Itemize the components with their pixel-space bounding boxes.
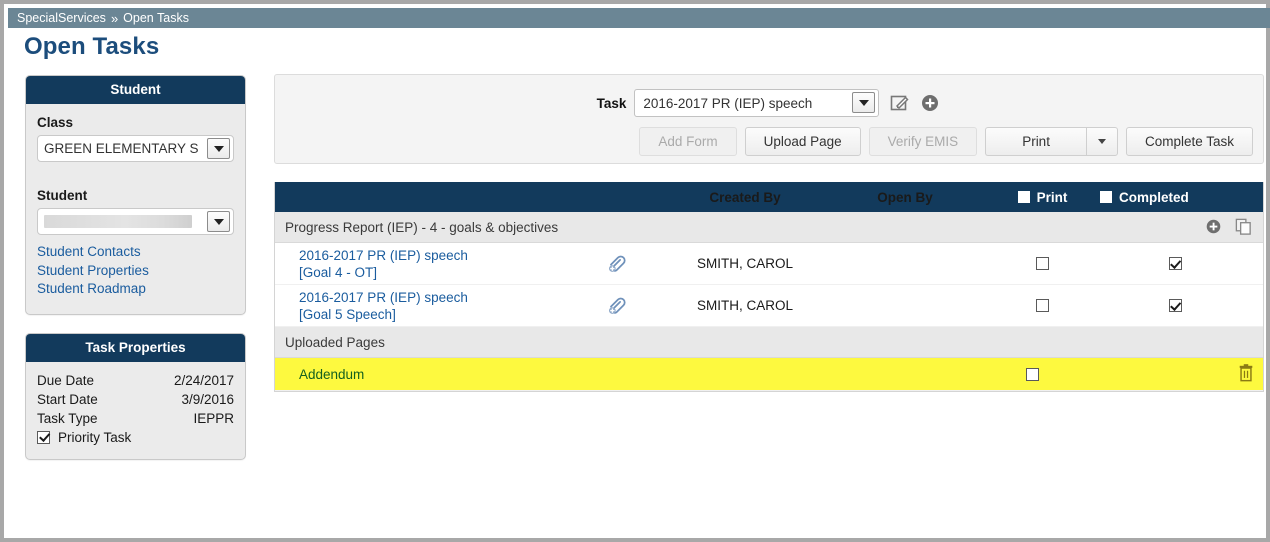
task-type-value: IEPPR (193, 410, 234, 426)
priority-task-checkbox[interactable] (37, 430, 50, 444)
group-title: Progress Report (IEP) - 4 - goals & obje… (285, 219, 559, 235)
row-document-subtitle[interactable]: [Goal 4 - OT] (299, 265, 377, 280)
class-select[interactable]: GREEN ELEMENTARY S (37, 135, 234, 162)
complete-task-button[interactable]: Complete Task (1125, 127, 1253, 156)
due-date-label: Due Date (37, 372, 95, 388)
sidebar-link-student-properties[interactable]: Student Properties (37, 263, 234, 278)
verify-emis-button[interactable]: Verify EMIS (868, 127, 978, 156)
task-select-value: 2016-2017 PR (IEP) speech (643, 95, 813, 111)
row-document-name[interactable]: Addendum (275, 366, 601, 383)
row-print-checkbox[interactable] (1036, 257, 1049, 270)
student-name-redacted (44, 215, 192, 228)
header-completed-column: Completed (1100, 190, 1250, 205)
row-print-cell (976, 367, 1089, 381)
task-properties-title: Task Properties (26, 333, 245, 362)
sidebar: Student Class GREEN ELEMENTARY S Student… (25, 75, 246, 478)
header-print-column: Print (985, 190, 1100, 205)
row-document-title[interactable]: 2016-2017 PR (IEP) speech (299, 290, 468, 305)
sidebar-link-student-roadmap[interactable]: Student Roadmap (37, 281, 234, 296)
breadcrumb-root[interactable]: SpecialServices (17, 11, 106, 25)
print-button[interactable]: Print (985, 127, 1086, 156)
table-row[interactable]: Addendum (275, 358, 1263, 391)
class-label: Class (37, 115, 74, 130)
start-date-value: 3/9/2016 (181, 391, 234, 407)
header-created-by: Created By (709, 189, 781, 205)
completed-select-all-checkbox[interactable] (1100, 191, 1112, 203)
trash-icon[interactable] (1237, 363, 1255, 386)
priority-task-label: Priority Task (58, 429, 132, 445)
chevron-down-icon[interactable] (207, 138, 230, 159)
row-print-cell (985, 299, 1100, 312)
table-group-header: Progress Report (IEP) - 4 - goals & obje… (275, 212, 1263, 243)
priority-task-row[interactable]: Priority Task (37, 430, 234, 445)
print-dropdown-arrow[interactable] (1085, 127, 1118, 156)
page-title: Open Tasks (24, 33, 160, 60)
add-form-button[interactable]: Add Form (639, 127, 737, 156)
chevron-down-icon[interactable] (852, 92, 876, 113)
row-completed-cell (1100, 257, 1250, 270)
group-title: Uploaded Pages (285, 334, 385, 350)
student-panel: Student Class GREEN ELEMENTARY S Student… (25, 75, 246, 315)
breadcrumb-current: Open Tasks (123, 11, 189, 25)
tasks-table: Created By Open By Print Completed Progr… (274, 182, 1264, 392)
row-document-title[interactable]: 2016-2017 PR (IEP) speech (299, 248, 468, 263)
add-circle-icon[interactable] (919, 92, 941, 114)
task-toolbar: Task 2016-2017 PR (IEP) speech Add Form … (274, 74, 1264, 164)
table-row[interactable]: 2016-2017 PR (IEP) speech [Goal 5 Speech… (275, 285, 1263, 327)
copy-pages-icon[interactable] (1234, 217, 1253, 239)
chevron-down-icon[interactable] (207, 211, 230, 232)
start-date-label: Start Date (37, 391, 98, 407)
task-properties-panel: Task Properties Due Date 2/24/2017 Start… (25, 332, 246, 460)
row-document-title[interactable]: Addendum (299, 367, 364, 382)
row-document-name[interactable]: 2016-2017 PR (IEP) speech [Goal 4 - OT] (275, 247, 605, 281)
student-label: Student (37, 188, 88, 203)
task-field-label: Task (596, 95, 627, 111)
task-select[interactable]: 2016-2017 PR (IEP) speech (634, 89, 880, 117)
breadcrumb: SpecialServices » Open Tasks (8, 8, 1270, 28)
header-completed-label: Completed (1119, 189, 1189, 205)
task-type-label: Task Type (37, 410, 98, 426)
edit-pencil-icon[interactable] (888, 92, 910, 114)
table-group-header: Uploaded Pages (275, 327, 1263, 358)
add-circle-icon[interactable] (1205, 218, 1222, 238)
property-start-date: Start Date 3/9/2016 (37, 392, 234, 407)
row-completed-checkbox[interactable] (1168, 257, 1182, 270)
row-created-by: SMITH, CAROL (696, 298, 793, 313)
table-row[interactable]: 2016-2017 PR (IEP) speech [Goal 4 - OT] … (275, 243, 1263, 285)
property-task-type: Task Type IEPPR (37, 411, 234, 426)
row-print-checkbox[interactable] (1036, 299, 1049, 312)
row-actions (1237, 363, 1263, 386)
upload-page-button[interactable]: Upload Page (744, 127, 861, 156)
paperclip-add-icon[interactable] (605, 295, 665, 317)
row-print-cell (985, 257, 1100, 270)
table-header-row: Created By Open By Print Completed (275, 182, 1263, 212)
header-open-by: Open By (877, 189, 933, 205)
student-select[interactable] (37, 208, 234, 235)
print-select-all-checkbox[interactable] (1017, 191, 1030, 203)
sidebar-link-student-contacts[interactable]: Student Contacts (37, 244, 234, 259)
header-print-label: Print (1036, 189, 1068, 205)
breadcrumb-separator-icon: » (110, 10, 119, 26)
row-created-by: SMITH, CAROL (696, 256, 793, 271)
row-print-checkbox[interactable] (1025, 367, 1039, 381)
property-due-date: Due Date 2/24/2017 (37, 373, 234, 388)
application-window: SpecialServices » Open Tasks Open Tasks … (0, 0, 1270, 542)
row-completed-cell (1100, 299, 1250, 312)
main-content: Task 2016-2017 PR (IEP) speech Add Form … (274, 74, 1264, 392)
due-date-value: 2/24/2017 (173, 372, 234, 388)
row-document-subtitle[interactable]: [Goal 5 Speech] (299, 307, 396, 322)
class-select-value: GREEN ELEMENTARY S (44, 141, 199, 156)
student-panel-title: Student (26, 76, 245, 104)
row-document-name[interactable]: 2016-2017 PR (IEP) speech [Goal 5 Speech… (275, 289, 605, 323)
row-completed-checkbox[interactable] (1168, 299, 1182, 312)
paperclip-add-icon[interactable] (605, 253, 665, 275)
